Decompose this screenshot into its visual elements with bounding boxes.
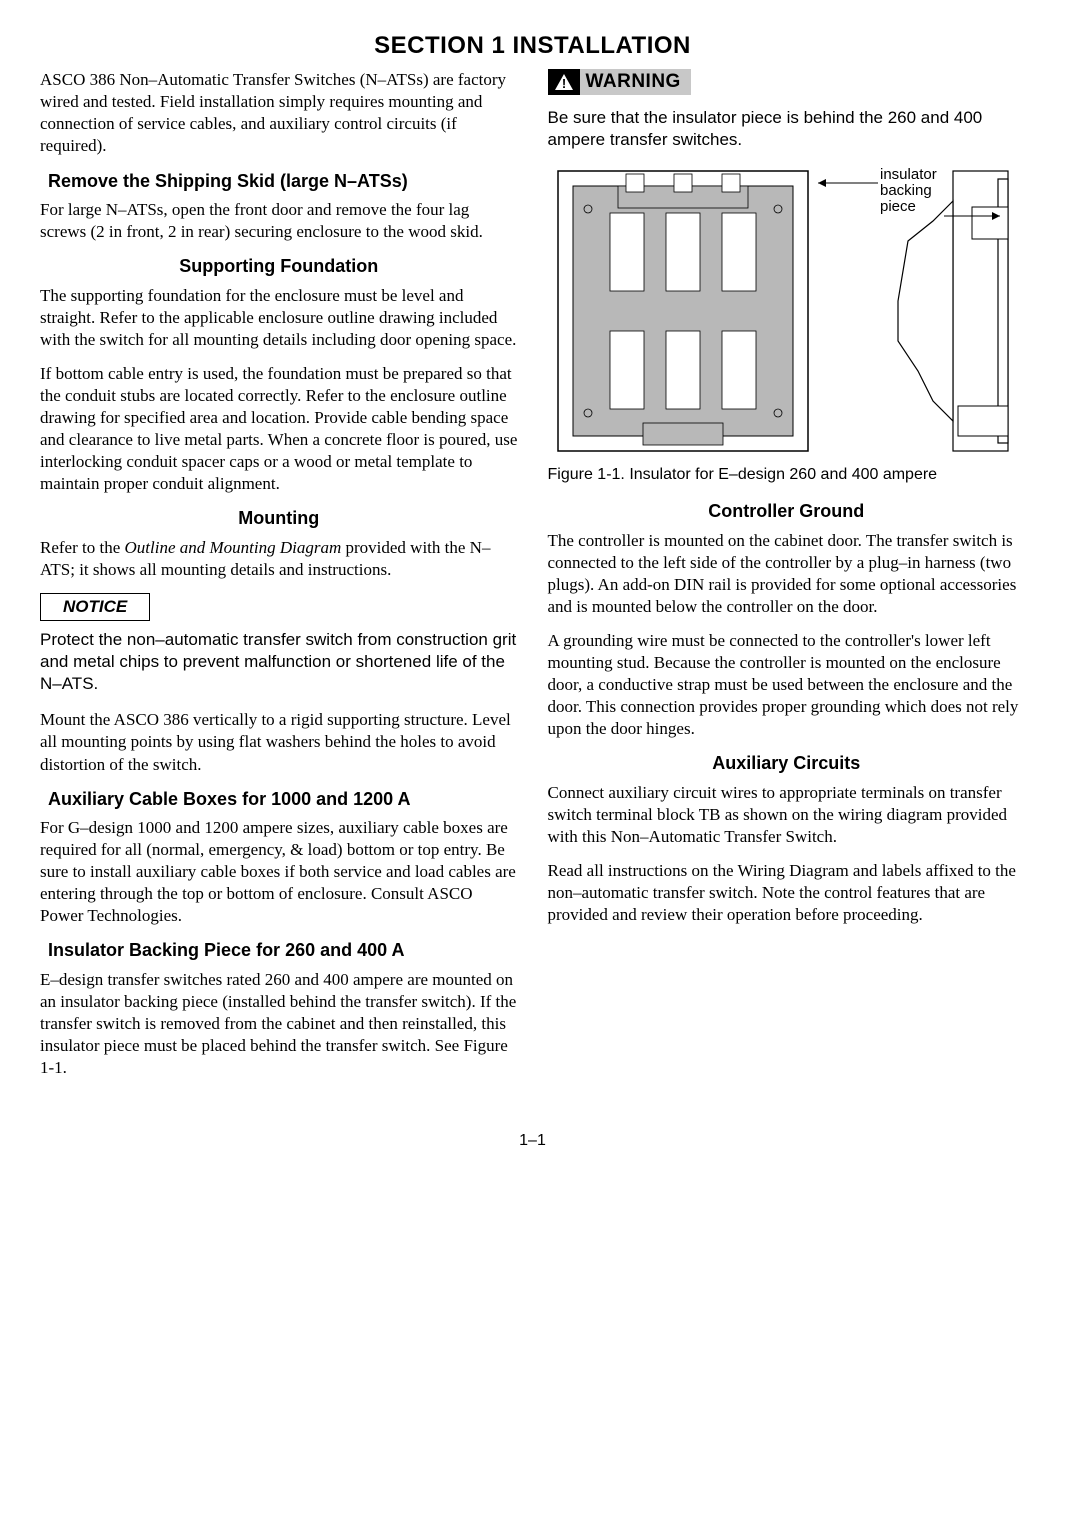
- heading-insulator-backing: Insulator Backing Piece for 260 and 400 …: [40, 939, 518, 962]
- annot-line-2: backing: [880, 182, 932, 199]
- paragraph-aux-circuits-1: Connect auxiliary circuit wires to appro…: [548, 782, 1026, 848]
- paragraph-foundation-2: If bottom cable entry is used, the found…: [40, 363, 518, 496]
- page-number: 1–1: [40, 1131, 1025, 1152]
- heading-remove-skid: Remove the Shipping Skid (large N–ATSs): [40, 170, 518, 193]
- section-title: SECTION 1 INSTALLATION: [40, 30, 1025, 61]
- paragraph-aux-circuits-2: Read all instructions on the Wiring Diag…: [548, 860, 1026, 926]
- paragraph-controller-2: A grounding wire must be connected to th…: [548, 630, 1026, 740]
- paragraph-remove-skid: For large N–ATSs, open the front door an…: [40, 199, 518, 243]
- heading-auxiliary-circuits: Auxiliary Circuits: [548, 752, 1026, 775]
- warning-text: Be sure that the insulator piece is behi…: [548, 107, 1026, 151]
- left-column: ASCO 386 Non–Automatic Transfer Switches…: [40, 69, 518, 1091]
- italic-reference: Outline and Mounting Diagram: [125, 538, 342, 557]
- paragraph-aux-cable: For G–design 1000 and 1200 ampere sizes,…: [40, 817, 518, 927]
- figure-1-1: insulator backing piece: [548, 161, 1026, 461]
- two-column-layout: ASCO 386 Non–Automatic Transfer Switches…: [40, 69, 1025, 1091]
- heading-aux-cable-boxes: Auxiliary Cable Boxes for 1000 and 1200 …: [40, 788, 518, 811]
- insulator-diagram: insulator backing piece: [548, 161, 1018, 461]
- paragraph-foundation-1: The supporting foundation for the enclos…: [40, 285, 518, 351]
- right-column: ! WARNING Be sure that the insulator pie…: [548, 69, 1026, 1091]
- paragraph-mounting-2: Mount the ASCO 386 vertically to a rigid…: [40, 709, 518, 775]
- svg-text:!: !: [561, 76, 565, 91]
- paragraph-insulator: E–design transfer switches rated 260 and…: [40, 969, 518, 1079]
- figure-caption: Figure 1-1. Insulator for E–design 260 a…: [548, 465, 1026, 486]
- paragraph-controller-1: The controller is mounted on the cabinet…: [548, 530, 1026, 618]
- warning-label: WARNING: [580, 69, 691, 95]
- intro-paragraph: ASCO 386 Non–Automatic Transfer Switches…: [40, 69, 518, 157]
- paragraph-mounting-1: Refer to the Outline and Mounting Diagra…: [40, 537, 518, 581]
- annot-line-3: piece: [880, 198, 916, 215]
- heading-foundation: Supporting Foundation: [40, 255, 518, 278]
- warning-triangle-icon: !: [548, 69, 580, 95]
- heading-controller-ground: Controller Ground: [548, 500, 1026, 523]
- notice-box: NOTICE: [40, 593, 150, 621]
- heading-mounting: Mounting: [40, 507, 518, 530]
- annot-line-1: insulator: [880, 166, 937, 183]
- warning-box: ! WARNING: [548, 69, 691, 95]
- notice-text: Protect the non–automatic transfer switc…: [40, 629, 518, 695]
- text: Refer to the: [40, 538, 125, 557]
